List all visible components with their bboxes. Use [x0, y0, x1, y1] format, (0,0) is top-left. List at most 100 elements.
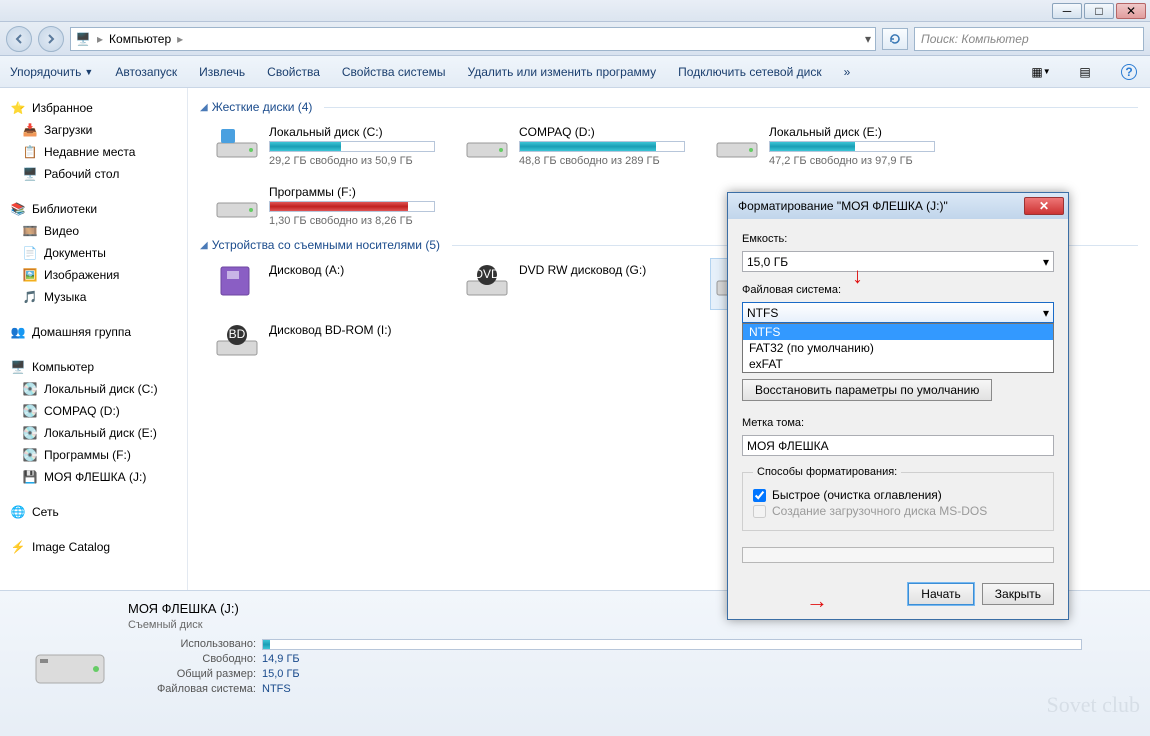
sidebar-documents[interactable]: 📄Документы — [0, 242, 187, 264]
hdd-icon — [465, 125, 509, 161]
format-dialog: Форматирование "МОЯ ФЛЕШКА (J:)" ✕ Емкос… — [727, 192, 1069, 620]
collapse-icon: ◢ — [200, 102, 208, 113]
restore-defaults-button[interactable]: Восстановить параметры по умолчанию — [742, 379, 992, 401]
preview-pane-icon[interactable]: ▤ — [1074, 61, 1096, 83]
toolbar-overflow[interactable]: » — [844, 65, 851, 79]
svg-text:BD: BD — [229, 327, 246, 341]
command-bar: Упорядочить ▼ Автозапуск Извлечь Свойств… — [0, 56, 1150, 88]
start-button[interactable]: Начать — [908, 583, 974, 605]
sidebar-drive-f[interactable]: 💽Программы (F:) — [0, 444, 187, 466]
fs-option-ntfs[interactable]: NTFS — [743, 324, 1053, 340]
maximize-button[interactable]: □ — [1084, 3, 1114, 19]
svg-text:DVD: DVD — [474, 267, 500, 281]
view-icon[interactable]: ▦▼ — [1030, 61, 1052, 83]
volume-input[interactable] — [742, 435, 1054, 456]
computer-icon: 🖥️ — [75, 31, 91, 47]
drive-name: Локальный диск (E:) — [769, 125, 935, 139]
sidebar-drive-d[interactable]: 💽COMPAQ (D:) — [0, 400, 187, 422]
drive-tile-i[interactable]: BD Дисковод BD-ROM (I:) — [210, 318, 440, 364]
bd-icon: BD — [215, 323, 259, 359]
format-progress — [742, 547, 1054, 563]
drive-tile-d[interactable]: COMPAQ (D:)48,8 ГБ свободно из 289 ГБ — [460, 120, 690, 172]
search-input[interactable]: Поиск: Компьютер — [914, 27, 1144, 51]
search-placeholder: Поиск: Компьютер — [921, 32, 1029, 46]
sidebar-homegroup[interactable]: 👥Домашняя группа — [0, 318, 187, 343]
sidebar-image-catalog[interactable]: ⚡Image Catalog — [0, 533, 187, 558]
capacity-select[interactable]: 15,0 ГБ▾ — [742, 251, 1054, 272]
uninstall-button[interactable]: Удалить или изменить программу — [468, 65, 657, 79]
system-properties-button[interactable]: Свойства системы — [342, 65, 446, 79]
eject-button[interactable]: Извлечь — [199, 65, 245, 79]
details-subtitle: Съемный диск — [128, 619, 1082, 631]
drive-tile-g[interactable]: DVD DVD RW дисковод (G:) — [460, 258, 690, 310]
methods-legend: Способы форматирования: — [753, 466, 901, 478]
nav-bar: 🖥️ ▸ Компьютер ▸ ▾ Поиск: Компьютер — [0, 22, 1150, 56]
free-value: 14,9 ГБ — [262, 653, 300, 665]
sidebar-drive-e[interactable]: 💽Локальный диск (E:) — [0, 422, 187, 444]
navigation-pane: ⭐Избранное 📥Загрузки 📋Недавние места 🖥️Р… — [0, 88, 188, 590]
drive-name: DVD RW дисковод (G:) — [519, 263, 685, 277]
sidebar-video[interactable]: 🎞️Видео — [0, 220, 187, 242]
fs-option-fat32[interactable]: FAT32 (по умолчанию) — [743, 340, 1053, 356]
drive-tile-c[interactable]: Локальный диск (C:)29,2 ГБ свободно из 5… — [210, 120, 440, 172]
drive-name: Программы (F:) — [269, 185, 435, 199]
sidebar-network[interactable]: 🌐Сеть — [0, 498, 187, 523]
drive-tile-f[interactable]: Программы (F:)1,30 ГБ свободно из 8,26 Г… — [210, 180, 440, 232]
capacity-bar — [769, 141, 935, 152]
close-button[interactable]: ✕ — [1116, 3, 1146, 19]
msdos-boot-checkbox: Создание загрузочного диска MS-DOS — [753, 504, 1043, 518]
volume-label: Метка тома: — [742, 417, 1054, 429]
recent-icon: 📋 — [22, 144, 38, 160]
breadcrumb-sep: ▸ — [97, 32, 103, 46]
sidebar-computer[interactable]: 🖥️Компьютер — [0, 353, 187, 378]
drive-icon: 💽 — [22, 447, 38, 463]
back-button[interactable] — [6, 26, 32, 52]
capacity-bar — [269, 141, 435, 152]
breadcrumb-computer[interactable]: Компьютер — [109, 32, 171, 46]
address-dropdown-icon[interactable]: ▾ — [865, 32, 871, 46]
sidebar-favorites[interactable]: ⭐Избранное — [0, 94, 187, 119]
organize-menu[interactable]: Упорядочить ▼ — [10, 65, 93, 79]
quick-format-checkbox[interactable]: Быстрое (очистка оглавления) — [753, 488, 1043, 502]
autoplay-button[interactable]: Автозапуск — [115, 65, 177, 79]
drive-name: Локальный диск (C:) — [269, 125, 435, 139]
minimize-button[interactable]: ─ — [1052, 3, 1082, 19]
network-icon: 🌐 — [10, 504, 26, 520]
drive-tile-a[interactable]: Дисковод (A:) — [210, 258, 440, 310]
refresh-button[interactable] — [882, 28, 908, 50]
usb-icon: 💾 — [22, 469, 38, 485]
forward-button[interactable] — [38, 26, 64, 52]
total-value: 15,0 ГБ — [262, 668, 300, 680]
capacity-label: Емкость: — [742, 233, 1054, 245]
usb-drive-large-icon — [30, 611, 110, 691]
help-icon[interactable]: ? — [1118, 61, 1140, 83]
drive-stat: 47,2 ГБ свободно из 97,9 ГБ — [769, 155, 935, 167]
sidebar-pictures[interactable]: 🖼️Изображения — [0, 264, 187, 286]
sidebar-drive-c[interactable]: 💽Локальный диск (C:) — [0, 378, 187, 400]
drive-icon: 💽 — [22, 425, 38, 441]
desktop-icon: 🖥️ — [22, 166, 38, 182]
address-bar[interactable]: 🖥️ ▸ Компьютер ▸ ▾ — [70, 27, 876, 51]
drive-name: COMPAQ (D:) — [519, 125, 685, 139]
floppy-icon — [215, 263, 259, 299]
sidebar-drive-j[interactable]: 💾МОЯ ФЛЕШКА (J:) — [0, 466, 187, 488]
dialog-titlebar[interactable]: Форматирование "МОЯ ФЛЕШКА (J:)" ✕ — [728, 193, 1068, 219]
sidebar-recent[interactable]: 📋Недавние места — [0, 141, 187, 163]
sidebar-downloads[interactable]: 📥Загрузки — [0, 119, 187, 141]
fs-option-exfat[interactable]: exFAT — [743, 356, 1053, 372]
pictures-icon: 🖼️ — [22, 267, 38, 283]
catalog-icon: ⚡ — [10, 539, 26, 555]
properties-button[interactable]: Свойства — [267, 65, 320, 79]
close-dialog-button[interactable]: Закрыть — [982, 583, 1054, 605]
map-drive-button[interactable]: Подключить сетевой диск — [678, 65, 821, 79]
downloads-icon: 📥 — [22, 122, 38, 138]
drive-tile-e[interactable]: Локальный диск (E:) 47,2 ГБ свободно из 9… — [710, 120, 940, 172]
fs-label: Файловая система: — [128, 683, 256, 695]
dialog-close-button[interactable]: ✕ — [1024, 197, 1064, 215]
sidebar-libraries[interactable]: 📚Библиотеки — [0, 195, 187, 220]
section-hdd[interactable]: ◢Жесткие диски (4) — [200, 100, 1138, 114]
filesystem-label: Файловая система: — [742, 284, 1054, 296]
sidebar-desktop[interactable]: 🖥️Рабочий стол — [0, 163, 187, 185]
filesystem-select[interactable]: NTFS▾ NTFS FAT32 (по умолчанию) exFAT — [742, 302, 1054, 323]
sidebar-music[interactable]: 🎵Музыка — [0, 286, 187, 308]
